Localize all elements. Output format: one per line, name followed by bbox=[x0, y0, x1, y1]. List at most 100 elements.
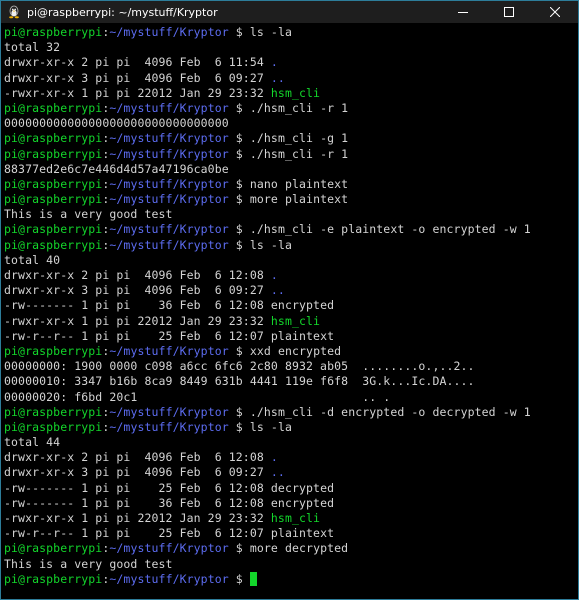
ls-entry-name: .. bbox=[270, 70, 285, 85]
output-text: 00000000000000000000000000000000 bbox=[4, 116, 229, 131]
ls-entry-details: drwxr-xr-x 2 pi pi 4096 Feb 6 12:08 bbox=[4, 268, 271, 282]
prompt-user: pi@raspberrypi bbox=[4, 176, 103, 191]
maximize-icon bbox=[504, 7, 514, 17]
prompt-path: ~/mystuff/Kryptor bbox=[109, 419, 229, 434]
prompt-user: pi@raspberrypi bbox=[4, 146, 103, 161]
ls-entry-details: -rwxr-xr-x 1 pi pi 22012 Jan 29 23:32 bbox=[4, 85, 271, 100]
output-text: 00000010: 3347 b16b 8ca9 8449 631b 4441 … bbox=[4, 374, 475, 389]
prompt-symbol: $ bbox=[228, 25, 250, 39]
ls-entry-details: drwxr-xr-x 3 pi pi 4096 Feb 6 09:27 bbox=[4, 283, 271, 298]
ls-entry-details: drwxr-xr-x 3 pi pi 4096 Feb 6 09:27 bbox=[4, 465, 271, 480]
prompt-path: ~/mystuff/Kryptor bbox=[109, 100, 229, 115]
ls-entry-name: hsm_cli bbox=[270, 511, 321, 525]
prompt-line: pi@raspberrypi:~/mystuff/Kryptor $ ls -l… bbox=[4, 25, 578, 40]
output-text: 88377ed2e6c7e446d4d57a47196ca0be bbox=[4, 161, 229, 176]
prompt-line: pi@raspberrypi:~/mystuff/Kryptor $ bbox=[4, 571, 578, 587]
ls-entry: drwxr-xr-x 2 pi pi 4096 Feb 6 12:08 . bbox=[4, 450, 578, 465]
linux-terminal-icon bbox=[9, 5, 19, 19]
title-bar[interactable]: pi@raspberrypi: ~/mystuff/Kryptor bbox=[1, 1, 578, 23]
prompt-user: pi@raspberrypi bbox=[4, 192, 103, 207]
output-text: total 44 bbox=[4, 435, 61, 450]
ls-entry: drwxr-xr-x 3 pi pi 4096 Feb 6 09:27 .. bbox=[4, 283, 578, 298]
ls-entry-details: -rwxr-xr-x 1 pi pi 22012 Jan 29 23:32 bbox=[4, 313, 271, 328]
output-line: 88377ed2e6c7e446d4d57a47196ca0be bbox=[4, 162, 578, 177]
ls-entry: drwxr-xr-x 3 pi pi 4096 Feb 6 09:27 .. bbox=[4, 465, 578, 480]
prompt-user: pi@raspberrypi bbox=[4, 343, 103, 358]
prompt-symbol: $ bbox=[228, 146, 250, 161]
ls-entry-name: plaintext bbox=[270, 526, 335, 541]
ls-entry: -rwxr-xr-x 1 pi pi 22012 Jan 29 23:32 hs… bbox=[4, 314, 578, 329]
prompt-line: pi@raspberrypi:~/mystuff/Kryptor $ xxd e… bbox=[4, 344, 578, 359]
prompt-line: pi@raspberrypi:~/mystuff/Kryptor $ nano … bbox=[4, 177, 578, 192]
output-line: total 32 bbox=[4, 40, 578, 55]
prompt-path: ~/mystuff/Kryptor bbox=[109, 25, 229, 39]
command-text: ./hsm_cli -e plaintext -o encrypted -w 1 bbox=[249, 222, 531, 237]
command-text: ./hsm_cli -r 1 bbox=[249, 146, 349, 161]
ls-entry-details: -rw------- 1 pi pi 36 Feb 6 12:08 bbox=[4, 495, 271, 510]
ls-entry-details: -rw-r--r-- 1 pi pi 25 Feb 6 12:07 bbox=[4, 328, 271, 343]
ls-entry-name: .. bbox=[270, 465, 285, 480]
prompt-line: pi@raspberrypi:~/mystuff/Kryptor $ more … bbox=[4, 541, 578, 556]
prompt-user: pi@raspberrypi bbox=[4, 100, 103, 115]
prompt-line: pi@raspberrypi:~/mystuff/Kryptor $ ./hsm… bbox=[4, 101, 578, 116]
minimize-icon bbox=[458, 12, 468, 13]
prompt-path: ~/mystuff/Kryptor bbox=[109, 343, 229, 358]
ls-entry-name: hsm_cli bbox=[270, 85, 321, 100]
prompt-symbol: $ bbox=[228, 237, 250, 252]
ls-entry-details: -rwxr-xr-x 1 pi pi 22012 Jan 29 23:32 bbox=[4, 511, 271, 525]
ls-entry-name: hsm_cli bbox=[270, 313, 321, 328]
output-text: This is a very good test bbox=[4, 556, 173, 571]
ls-entry-name: .. bbox=[270, 283, 285, 298]
ls-entry: -rw------- 1 pi pi 36 Feb 6 12:08 encryp… bbox=[4, 496, 578, 511]
maximize-button[interactable] bbox=[486, 1, 532, 23]
prompt-symbol: $ bbox=[228, 404, 250, 419]
terminal-output[interactable]: pi@raspberrypi:~/mystuff/Kryptor $ ls -l… bbox=[4, 25, 578, 599]
output-line: 00000000000000000000000000000000 bbox=[4, 116, 578, 131]
ls-entry-name: encrypted bbox=[270, 298, 335, 313]
output-text: total 40 bbox=[4, 252, 61, 267]
prompt-path: ~/mystuff/Kryptor bbox=[109, 131, 229, 146]
prompt-symbol: $ bbox=[228, 131, 250, 146]
output-line: total 44 bbox=[4, 435, 578, 450]
prompt-path: ~/mystuff/Kryptor bbox=[109, 176, 229, 191]
ls-entry: -rwxr-xr-x 1 pi pi 22012 Jan 29 23:32 hs… bbox=[4, 511, 578, 526]
prompt-path: ~/mystuff/Kryptor bbox=[109, 192, 229, 207]
prompt-user: pi@raspberrypi bbox=[4, 419, 103, 434]
prompt-symbol: $ bbox=[228, 541, 250, 556]
output-text: 00000020: f6bd 20c1 .. . bbox=[4, 389, 391, 404]
prompt-user: pi@raspberrypi bbox=[4, 541, 103, 556]
close-icon bbox=[550, 7, 560, 17]
prompt-path: ~/mystuff/Kryptor bbox=[109, 222, 229, 237]
ls-entry: drwxr-xr-x 3 pi pi 4096 Feb 6 09:27 .. bbox=[4, 71, 578, 86]
command-text: ./hsm_cli -r 1 bbox=[249, 100, 349, 115]
prompt-line: pi@raspberrypi:~/mystuff/Kryptor $ ./hsm… bbox=[4, 131, 578, 146]
output-line: total 40 bbox=[4, 253, 578, 268]
prompt-user: pi@raspberrypi bbox=[4, 131, 103, 146]
window-title: pi@raspberrypi: ~/mystuff/Kryptor bbox=[27, 5, 218, 19]
command-text: ls -la bbox=[249, 237, 293, 252]
minimize-button[interactable] bbox=[440, 1, 486, 23]
prompt-user: pi@raspberrypi bbox=[4, 222, 103, 237]
prompt-symbol: $ bbox=[228, 192, 250, 207]
ls-entry-details: -rw-r--r-- 1 pi pi 25 Feb 6 12:07 bbox=[4, 526, 271, 541]
command-text: ls -la bbox=[249, 25, 293, 39]
prompt-line: pi@raspberrypi:~/mystuff/Kryptor $ more … bbox=[4, 192, 578, 207]
prompt-user: pi@raspberrypi bbox=[4, 237, 103, 252]
ls-entry: -rw-r--r-- 1 pi pi 25 Feb 6 12:07 plaint… bbox=[4, 329, 578, 344]
prompt-path: ~/mystuff/Kryptor bbox=[109, 237, 229, 252]
ls-entry: drwxr-xr-x 2 pi pi 4096 Feb 6 11:54 . bbox=[4, 55, 578, 70]
ls-entry: -rwxr-xr-x 1 pi pi 22012 Jan 29 23:32 hs… bbox=[4, 86, 578, 101]
prompt-symbol: $ bbox=[228, 176, 250, 191]
prompt-symbol: $ bbox=[228, 222, 250, 237]
output-line: This is a very good test bbox=[4, 557, 578, 572]
ls-entry: -rw------- 1 pi pi 36 Feb 6 12:08 encryp… bbox=[4, 298, 578, 313]
close-button[interactable] bbox=[532, 1, 578, 23]
command-text: more plaintext bbox=[249, 192, 349, 207]
ls-entry: -rw------- 1 pi pi 25 Feb 6 12:08 decryp… bbox=[4, 481, 578, 496]
prompt-symbol: $ bbox=[228, 419, 250, 434]
output-text: total 32 bbox=[4, 40, 61, 55]
prompt-user: pi@raspberrypi bbox=[4, 404, 103, 419]
output-line: 00000010: 3347 b16b 8ca9 8449 631b 4441 … bbox=[4, 374, 578, 389]
prompt-line: pi@raspberrypi:~/mystuff/Kryptor $ ls -l… bbox=[4, 420, 578, 435]
ls-entry-details: -rw------- 1 pi pi 36 Feb 6 12:08 bbox=[4, 298, 271, 313]
